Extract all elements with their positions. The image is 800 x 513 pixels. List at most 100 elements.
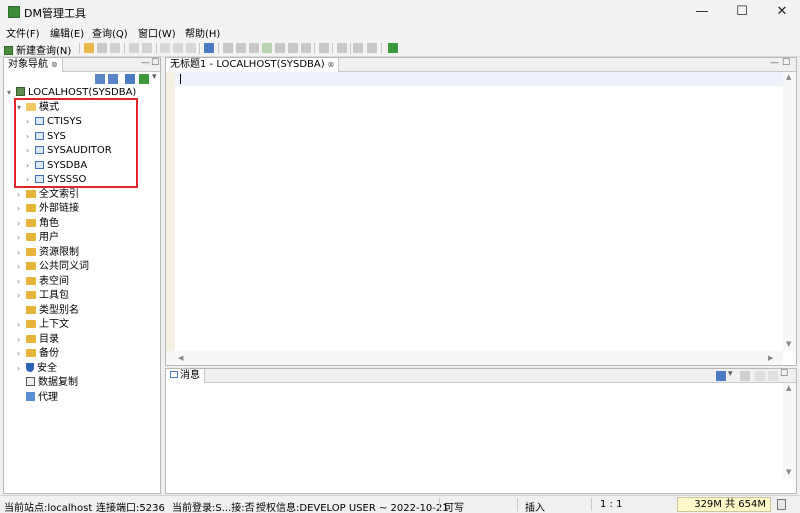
rollback-icon[interactable]: [301, 43, 311, 53]
menu-window[interactable]: 窗口(W): [138, 25, 176, 40]
tree-folder-backup[interactable]: › 备份: [17, 347, 59, 361]
maximize-panel-icon[interactable]: ☐: [780, 369, 788, 379]
tab-untitled-query[interactable]: 无标题1 - LOCALHOST(SYSDBA) ⊗: [166, 58, 340, 72]
chevron-right-icon[interactable]: ›: [17, 217, 26, 231]
save-all-icon[interactable]: [110, 43, 120, 53]
toolbar-separator: [314, 43, 315, 54]
chevron-right-icon[interactable]: ›: [17, 333, 26, 347]
pin-icon[interactable]: [755, 371, 765, 381]
chevron-right-icon[interactable]: ›: [17, 362, 26, 376]
cut-icon[interactable]: [160, 43, 170, 53]
tree-folder-context[interactable]: › 上下文: [17, 318, 69, 332]
close-button[interactable]: ✕: [764, 0, 800, 24]
tab-messages[interactable]: 消息: [166, 369, 205, 383]
edit-icon[interactable]: [125, 74, 135, 84]
chevron-right-icon[interactable]: ›: [17, 246, 26, 260]
chevron-right-icon[interactable]: ›: [17, 231, 26, 245]
tree-item-security[interactable]: › 安全: [17, 362, 57, 376]
redo-icon[interactable]: [142, 43, 152, 53]
stop-icon[interactable]: [275, 43, 285, 53]
copy-icon[interactable]: [173, 43, 183, 53]
tree-item-agent[interactable]: 代理: [17, 391, 58, 405]
tree-folder-fulltext-index[interactable]: › 全文索引: [17, 188, 79, 202]
execute-icon[interactable]: [223, 43, 233, 53]
menu-query[interactable]: 查询(Q): [92, 25, 128, 40]
comment-icon[interactable]: [337, 43, 347, 53]
maximize-panel-icon[interactable]: ☐: [151, 58, 159, 68]
tree-folder-resource-limit[interactable]: › 资源限制: [17, 246, 79, 260]
tree-label: 代理: [38, 392, 58, 403]
close-icon[interactable]: ⊗: [328, 60, 335, 69]
tree-item-data-replication[interactable]: 数据复制: [17, 376, 78, 390]
memory-indicator[interactable]: 329M 共 654M: [677, 497, 771, 512]
new-query-label: 新建查询(N): [16, 46, 72, 57]
refresh-icon[interactable]: [108, 74, 118, 84]
scroll-down-icon[interactable]: ▼: [786, 340, 791, 348]
replication-icon: [26, 377, 35, 386]
folder-icon: [26, 233, 36, 241]
execute-step-icon[interactable]: [236, 43, 246, 53]
paste-icon[interactable]: [186, 43, 196, 53]
maximize-button[interactable]: ☐: [724, 0, 760, 24]
tree-folder-public-synonym[interactable]: › 公共同义词: [17, 260, 89, 274]
chevron-right-icon[interactable]: ›: [17, 202, 26, 216]
chevron-right-icon[interactable]: ›: [17, 260, 26, 274]
minimize-panel-icon[interactable]: —: [770, 58, 779, 68]
indent-icon[interactable]: [367, 43, 377, 53]
scroll-up-icon[interactable]: ▲: [786, 384, 791, 392]
tree-folder-type-alias[interactable]: 类型别名: [17, 304, 79, 318]
debug-icon[interactable]: [262, 43, 272, 53]
menu-help[interactable]: 帮助(H): [185, 25, 220, 40]
minimize-panel-icon[interactable]: —: [141, 58, 150, 68]
tree-folder-role[interactable]: › 角色: [17, 217, 59, 231]
editor-vertical-scrollbar[interactable]: ▲ ▼: [783, 72, 796, 351]
chevron-right-icon[interactable]: ›: [17, 318, 26, 332]
view-menu-icon[interactable]: ▾: [152, 72, 157, 82]
maximize-panel-icon[interactable]: ☐: [782, 58, 790, 68]
scroll-left-icon[interactable]: ◀: [178, 354, 183, 362]
menu-file[interactable]: 文件(F): [6, 25, 40, 40]
explain-icon[interactable]: [249, 43, 259, 53]
close-icon[interactable]: ⊗: [51, 60, 58, 69]
shield-icon: [26, 363, 34, 372]
chevron-right-icon[interactable]: ›: [17, 347, 26, 361]
tree-folder-directory[interactable]: › 目录: [17, 333, 59, 347]
save-icon[interactable]: [97, 43, 107, 53]
format-icon[interactable]: [319, 43, 329, 53]
lock-icon[interactable]: [768, 371, 778, 381]
scroll-up-icon[interactable]: ▲: [786, 73, 791, 81]
scroll-right-icon[interactable]: ▶: [768, 354, 773, 362]
tree-folder-user[interactable]: › 用户: [17, 231, 59, 245]
chevron-right-icon[interactable]: ›: [17, 188, 26, 202]
tree-folder-package[interactable]: › 工具包: [17, 289, 69, 303]
tree-label: 资源限制: [39, 247, 79, 258]
open-folder-icon[interactable]: [84, 43, 94, 53]
menu-edit[interactable]: 编辑(E): [50, 25, 84, 40]
commit-icon[interactable]: [288, 43, 298, 53]
new-query-button[interactable]: 新建查询(N): [4, 42, 71, 57]
home-icon[interactable]: [204, 43, 214, 53]
main-toolbar: 新建查询(N): [0, 40, 800, 57]
folder-icon: [26, 349, 36, 357]
dropdown-icon[interactable]: ▾: [728, 369, 733, 379]
tree-folder-tablespace[interactable]: › 表空间: [17, 275, 69, 289]
console-icon[interactable]: [716, 371, 726, 381]
tree-folder-external-link[interactable]: › 外部链接: [17, 202, 79, 216]
chevron-right-icon[interactable]: ›: [17, 275, 26, 289]
tab-object-navigator[interactable]: 对象导航 ⊗: [4, 58, 63, 72]
run-program-icon[interactable]: [388, 43, 398, 53]
connect-icon[interactable]: [139, 74, 149, 84]
editor-current-line[interactable]: [175, 72, 783, 86]
filter-icon[interactable]: [95, 74, 105, 84]
scroll-down-icon[interactable]: ▼: [786, 468, 791, 476]
clear-icon[interactable]: [740, 371, 750, 381]
undo-icon[interactable]: [129, 43, 139, 53]
message-vertical-scrollbar[interactable]: ▲ ▼: [783, 383, 796, 479]
minimize-button[interactable]: —: [684, 0, 720, 24]
folder-icon: [26, 306, 36, 314]
garbage-collect-icon[interactable]: [777, 499, 786, 510]
new-query-icon: [4, 46, 13, 55]
editor-horizontal-scrollbar[interactable]: ◀ ▶: [166, 351, 783, 365]
chevron-right-icon[interactable]: ›: [17, 289, 26, 303]
toggle-case-icon[interactable]: [353, 43, 363, 53]
